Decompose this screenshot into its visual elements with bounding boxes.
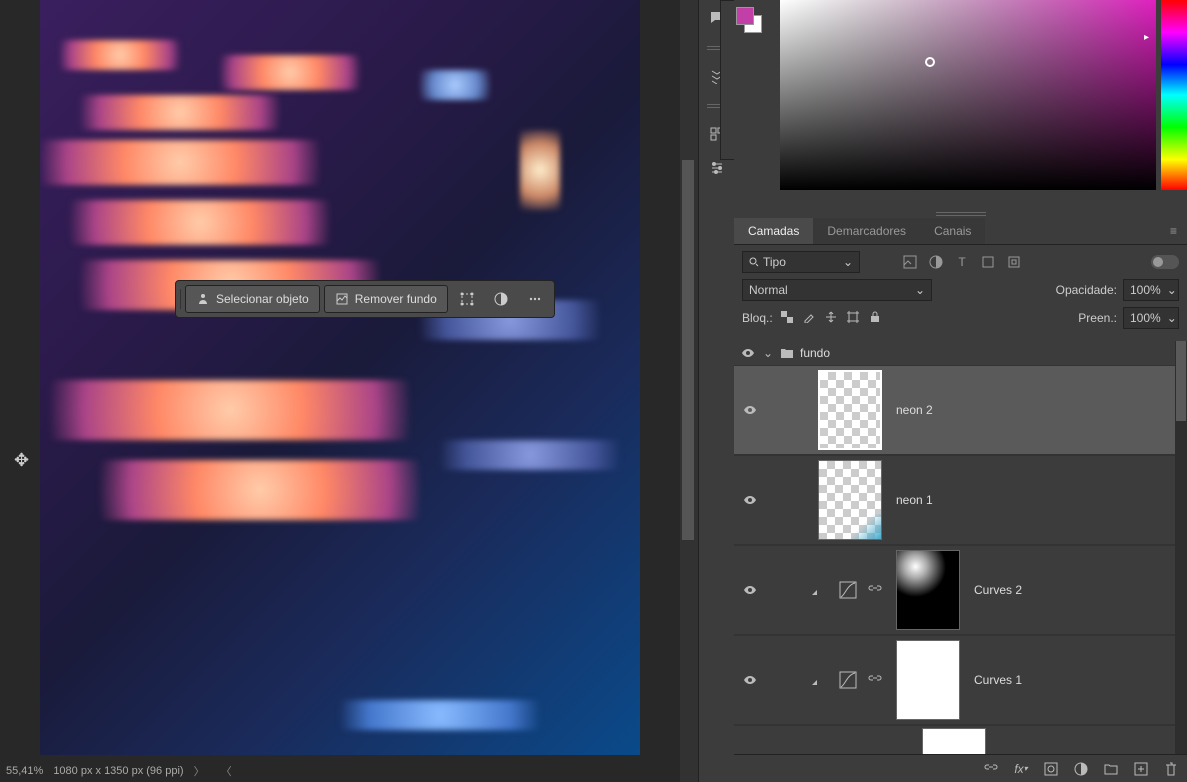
remove-bg-button[interactable]: Remover fundo (324, 285, 448, 313)
status-bar: 55,41% 1080 px x 1350 px (96 ppi) 〉 〈 (0, 760, 680, 782)
color-picker-panel: ▸ (780, 0, 1187, 190)
filter-type-icon[interactable]: T (954, 254, 970, 270)
lock-label: Bloq.: (742, 311, 773, 325)
layer-row[interactable] (734, 725, 1187, 755)
layer-row[interactable]: Curves 1 (734, 635, 1187, 725)
mask-thumbnail[interactable] (896, 640, 960, 720)
visibility-icon[interactable] (742, 582, 758, 598)
foreground-color[interactable] (736, 7, 754, 25)
blend-mode-dropdown[interactable]: Normal ⌄ (742, 279, 932, 301)
layer-row[interactable]: Curves 2 (734, 545, 1187, 635)
select-object-label: Selecionar objeto (216, 292, 309, 306)
contextual-toolbar: Selecionar objeto Remover fundo (175, 280, 555, 318)
lock-all-icon[interactable] (869, 311, 883, 325)
chevron-down-icon: ⌄ (843, 255, 853, 269)
lock-transparency-icon[interactable] (781, 311, 795, 325)
select-object-button[interactable]: Selecionar objeto (185, 285, 320, 313)
lock-position-icon[interactable] (825, 311, 839, 325)
filter-toggle[interactable] (1151, 255, 1179, 269)
clip-icon (812, 585, 826, 595)
chevron-down-icon: ⌄ (1167, 311, 1177, 325)
layer-row[interactable]: neon 1 (734, 455, 1187, 545)
layer-style-icon[interactable]: fx▾ (1013, 761, 1029, 777)
right-panel-area: ▸ Camadas Demarcadores Canais ≡ Tipo ⌄ (734, 0, 1187, 782)
doc-dimensions: 1080 px x 1350 px (96 ppi) (53, 765, 183, 777)
link-icon[interactable] (868, 675, 886, 685)
new-layer-icon[interactable] (1133, 761, 1149, 777)
layer-name[interactable]: neon 2 (896, 403, 933, 417)
color-field[interactable] (780, 0, 1156, 190)
opacity-label: Opacidade: (1056, 283, 1117, 297)
fill-label: Preen.: (1078, 311, 1117, 325)
status-scroll-left-icon[interactable]: 〈 (221, 763, 232, 779)
folder-icon (780, 347, 794, 359)
layer-group-row[interactable]: ⌄ fundo (734, 341, 1187, 365)
blend-mode-value: Normal (749, 283, 788, 297)
person-icon (196, 292, 210, 306)
transform-icon[interactable] (460, 292, 474, 306)
document-canvas[interactable]: Selecionar objeto Remover fundo (40, 0, 640, 755)
color-cursor (925, 57, 935, 67)
visibility-icon[interactable] (742, 402, 758, 418)
layers-panel: Camadas Demarcadores Canais ≡ Tipo ⌄ T (734, 210, 1187, 782)
more-icon[interactable] (528, 292, 542, 306)
layer-filter-type[interactable]: Tipo ⌄ (742, 251, 860, 273)
delete-layer-icon[interactable] (1163, 761, 1179, 777)
chevron-down-icon: ⌄ (1167, 283, 1177, 297)
remove-bg-label: Remover fundo (355, 292, 437, 306)
canvas-vertical-scrollbar[interactable] (680, 0, 696, 760)
filter-smartobj-icon[interactable] (1006, 254, 1022, 270)
status-chevron-icon[interactable]: 〉 (194, 763, 205, 779)
group-name[interactable]: fundo (800, 346, 830, 360)
visibility-icon[interactable] (742, 492, 758, 508)
panel-tabs: Camadas Demarcadores Canais ≡ (734, 218, 1187, 245)
clip-icon (812, 675, 826, 685)
curves-adjustment-icon[interactable] (838, 580, 858, 600)
layer-name[interactable]: neon 1 (896, 493, 933, 507)
visibility-icon[interactable] (740, 345, 756, 361)
hue-slider[interactable] (1161, 0, 1187, 190)
layer-list-scrollbar[interactable] (1175, 341, 1187, 755)
opacity-value: 100% (1130, 283, 1161, 297)
canvas-area: Selecionar objeto Remover fundo (0, 0, 680, 760)
layer-name[interactable]: Curves 2 (974, 583, 1022, 597)
lock-artboard-icon[interactable] (847, 311, 861, 325)
chevron-down-icon: ⌄ (915, 283, 925, 297)
fill-value: 100% (1130, 311, 1161, 325)
opacity-dropdown[interactable]: 100% ⌄ (1123, 279, 1179, 301)
panel-menu-icon[interactable]: ≡ (1160, 218, 1187, 244)
tab-channels[interactable]: Canais (920, 218, 985, 244)
adjust-icon[interactable] (494, 292, 508, 306)
layer-list: ⌄ fundo neon 2 neon 1 (734, 341, 1187, 755)
link-layers-icon[interactable] (983, 761, 999, 777)
visibility-icon[interactable] (742, 672, 758, 688)
link-icon[interactable] (868, 585, 886, 595)
layer-thumbnail[interactable] (818, 460, 882, 540)
mask-thumbnail[interactable] (922, 728, 986, 755)
new-adjustment-icon[interactable] (1073, 761, 1089, 777)
lock-brush-icon[interactable] (803, 311, 817, 325)
fill-dropdown[interactable]: 100% ⌄ (1123, 307, 1179, 329)
mask-thumbnail[interactable] (896, 550, 960, 630)
layer-name[interactable]: Curves 1 (974, 673, 1022, 687)
filter-shape-icon[interactable] (980, 254, 996, 270)
zoom-level[interactable]: 55,41% (6, 765, 43, 777)
add-mask-icon[interactable] (1043, 761, 1059, 777)
layer-row[interactable]: neon 2 (734, 365, 1187, 455)
filter-type-label: Tipo (763, 255, 786, 269)
tab-paths[interactable]: Demarcadores (813, 218, 920, 244)
curves-adjustment-icon[interactable] (838, 670, 858, 690)
image-icon (335, 292, 349, 306)
color-arrow-icon: ▸ (1144, 32, 1149, 43)
filter-adjustment-icon[interactable] (928, 254, 944, 270)
filter-pixel-icon[interactable] (902, 254, 918, 270)
layer-thumbnail[interactable] (818, 370, 882, 450)
collapse-icon[interactable]: ⌄ (762, 346, 774, 360)
new-group-icon[interactable] (1103, 761, 1119, 777)
move-cursor-icon: ✥ (14, 450, 29, 471)
layers-panel-footer: fx▾ (734, 754, 1187, 782)
tab-layers[interactable]: Camadas (734, 218, 813, 244)
